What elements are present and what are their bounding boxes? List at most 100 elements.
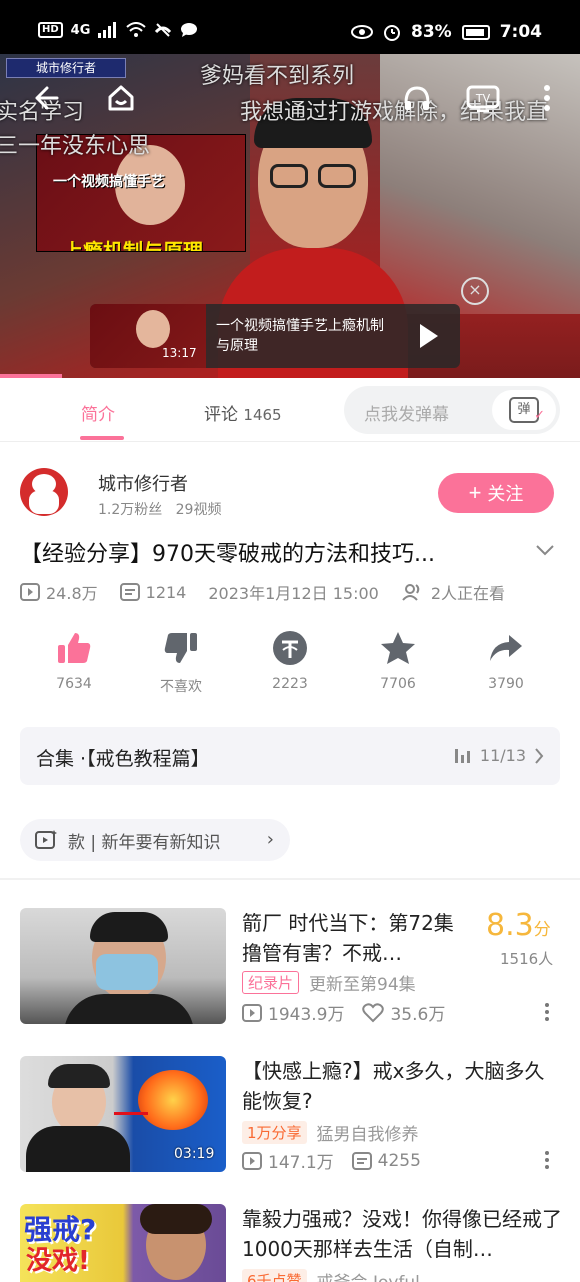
status-right: 83% 7:04 bbox=[351, 22, 542, 42]
uploader-meta: 1.2万粉丝 29视频 bbox=[98, 499, 221, 519]
list-item[interactable]: 强戒? 没戏! 靠毅力强戒？没戏！你得像已经戒了1000天那样去生活（自制… 6… bbox=[0, 1204, 580, 1282]
alarm-icon bbox=[384, 25, 400, 41]
battery-icon bbox=[461, 24, 490, 40]
close-recommend-button[interactable]: × bbox=[461, 277, 489, 305]
danmaku-icon: 弹 bbox=[509, 397, 545, 427]
tv-icon-label: TV bbox=[475, 92, 491, 105]
next-video-title: 一个视频搞懂手艺上瘾机制与原理 bbox=[216, 318, 384, 354]
like-button[interactable]: 7634 bbox=[34, 628, 114, 692]
home-icon bbox=[108, 85, 134, 111]
status-left: HD 4G bbox=[38, 22, 198, 38]
cast-tv-button[interactable]: TV bbox=[466, 81, 500, 115]
related-uploader: 猛男自我修养 bbox=[316, 1125, 419, 1145]
clock: 7:04 bbox=[499, 22, 542, 42]
divider bbox=[0, 878, 580, 880]
video-stats: 24.8万 1214 2023年1月12日 15:00 2人正在看 bbox=[20, 580, 505, 604]
dislike-button[interactable]: 不喜欢 bbox=[141, 628, 221, 696]
share-badge: 1万分享 bbox=[242, 1121, 307, 1144]
coin-icon bbox=[273, 631, 307, 665]
collection-label: 合集 ·【戒色教程篇】 bbox=[36, 748, 210, 770]
star-icon bbox=[381, 632, 415, 664]
status-bar: HD 4G 83% 7:04 bbox=[0, 0, 580, 54]
share-icon bbox=[490, 635, 522, 661]
message-icon bbox=[181, 23, 198, 37]
avatar[interactable] bbox=[20, 468, 68, 516]
thumb-text: 没戏! bbox=[26, 1246, 90, 1276]
danmaku-stat: 1214 bbox=[119, 582, 187, 602]
hd-icon: HD bbox=[38, 22, 63, 38]
more-menu-button[interactable] bbox=[530, 81, 564, 115]
danmaku-input[interactable]: 点我发弹幕 弹 bbox=[344, 386, 560, 434]
sparkle-video-icon bbox=[35, 830, 57, 849]
play-count-icon bbox=[242, 1003, 262, 1022]
uploader-fans: 1.2万粉丝 bbox=[98, 502, 163, 518]
tab-comments[interactable]: 评论 1465 bbox=[204, 400, 282, 425]
uploader-name[interactable]: 城市修行者 bbox=[98, 470, 188, 496]
comment-count: 1465 bbox=[243, 406, 282, 424]
chevron-down-icon[interactable] bbox=[533, 540, 557, 560]
views-count: 24.8万 bbox=[46, 584, 98, 603]
tab-intro[interactable]: 简介 bbox=[81, 400, 115, 425]
plus-icon: + bbox=[468, 480, 482, 505]
video-title: 【经验分享】970天零破戒的方法和技巧... bbox=[20, 542, 435, 567]
play-icon[interactable] bbox=[420, 324, 438, 348]
headphones-icon bbox=[404, 86, 430, 110]
favorite-button[interactable]: 7706 bbox=[358, 628, 438, 692]
more-vertical-icon[interactable] bbox=[544, 1002, 550, 1022]
coin-button[interactable]: 2223 bbox=[250, 628, 330, 692]
back-button[interactable] bbox=[28, 81, 62, 115]
back-arrow-icon bbox=[35, 86, 59, 110]
danmaku-count: 1214 bbox=[145, 582, 187, 602]
score-value: 8.3 bbox=[486, 908, 534, 943]
channel-watermark: 城市修行者 bbox=[6, 58, 126, 78]
people-icon bbox=[402, 584, 420, 601]
list-item[interactable]: 箭厂 时代当下：第72集 撸管有害？不戒… 8.3分 1516人 纪录片 更新至… bbox=[0, 908, 580, 1038]
collection-progress: 11/13 bbox=[479, 746, 526, 765]
danmaku-line: 三一年没东心思 bbox=[0, 134, 151, 159]
play-count-icon bbox=[242, 1151, 262, 1170]
more-vertical-icon[interactable] bbox=[544, 1150, 550, 1170]
follow-button[interactable]: + 关注 bbox=[438, 473, 554, 513]
next-video-card[interactable]: 13:17 一个视频搞懂手艺上瘾机制与原理 bbox=[90, 304, 460, 368]
related-views: 1943.9万 bbox=[268, 1005, 345, 1025]
playlist-bars-icon bbox=[454, 748, 470, 763]
category-badge: 纪录片 bbox=[242, 971, 300, 994]
network-label: 4G bbox=[70, 22, 91, 38]
related-subtitle: 更新至第94集 bbox=[309, 975, 416, 995]
topic-chip-text: 款 | 新年要有新知识 bbox=[68, 832, 221, 853]
share-button[interactable]: 3790 bbox=[466, 628, 546, 692]
inset-main-text: 上瘾机制与原理 bbox=[63, 239, 203, 252]
signal-icon bbox=[98, 22, 117, 38]
related-title: 靠毅力强戒？没戏！你得像已经戒了1000天那样去生活（自制… bbox=[242, 1207, 562, 1261]
tab-comments-label: 评论 bbox=[204, 405, 238, 425]
favorite-count: 7706 bbox=[380, 676, 416, 692]
collection-bar[interactable]: 合集 ·【戒色教程篇】 11/13 bbox=[20, 727, 560, 785]
follow-label: 关注 bbox=[487, 484, 524, 504]
related-duration: 03:19 bbox=[174, 1146, 215, 1162]
related-stats: 1943.9万 35.6万 bbox=[242, 1000, 445, 1025]
battery-percent: 83% bbox=[411, 22, 452, 42]
danmaku-count-icon bbox=[351, 1151, 372, 1170]
chevron-right-icon bbox=[535, 747, 544, 764]
listen-button[interactable] bbox=[400, 81, 434, 115]
publish-date: 2023年1月12日 15:00 bbox=[208, 584, 379, 603]
danmaku-stat: 4255 bbox=[351, 1151, 421, 1171]
tab-active-indicator bbox=[80, 436, 124, 440]
danmaku-count-icon bbox=[119, 583, 140, 601]
score-people: 1516人 bbox=[500, 950, 554, 968]
topic-chip[interactable]: 款 | 新年要有新知识 › bbox=[20, 819, 290, 861]
video-player[interactable]: 城市修行者 一个视频搞懂手艺 上瘾机制与原理 爹妈看不到系列 实名学习 我想通过… bbox=[0, 54, 580, 378]
heart-icon bbox=[362, 1002, 385, 1022]
likes-stat: 35.6万 bbox=[362, 1000, 445, 1025]
related-likes: 35.6万 bbox=[390, 1005, 446, 1025]
thumbs-down-icon bbox=[164, 633, 197, 663]
danmaku-line: 我想通过打游戏解除，结果我直 bbox=[240, 100, 549, 125]
mute-call-icon bbox=[155, 23, 172, 37]
eye-icon bbox=[351, 25, 373, 39]
list-item[interactable]: 03:19 【快感上瘾?】戒x多久，大脑多久能恢复? 1万分享 猛男自我修养 1… bbox=[0, 1056, 580, 1186]
views-stat: 1943.9万 bbox=[242, 1000, 344, 1025]
tab-bar: 简介 评论 1465 点我发弹幕 弹 bbox=[0, 378, 580, 442]
related-thumbnail: 强戒? 没戏! bbox=[20, 1204, 226, 1282]
home-button[interactable] bbox=[104, 81, 138, 115]
danmaku-toggle-button[interactable]: 弹 bbox=[492, 390, 556, 430]
